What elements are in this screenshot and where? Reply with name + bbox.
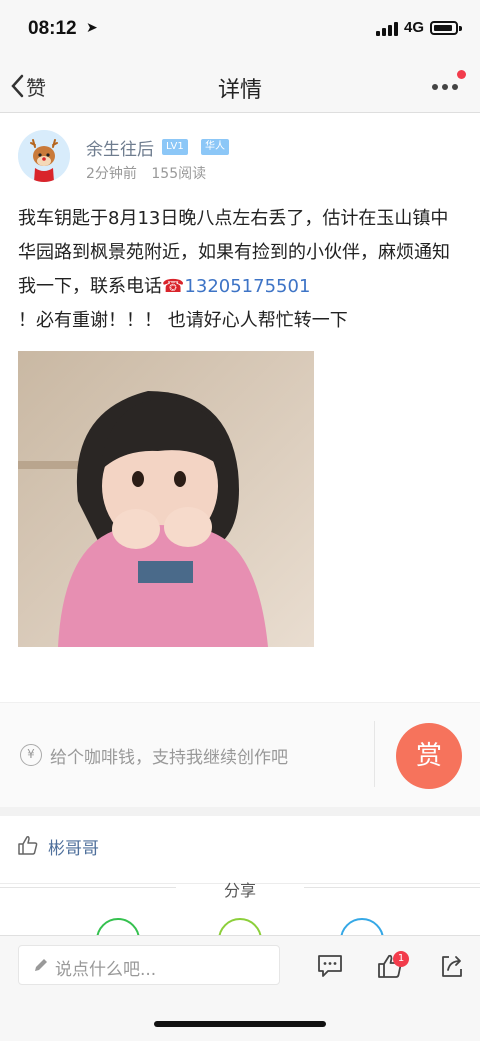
child-photo xyxy=(18,351,314,647)
tag-badge: 华人 xyxy=(201,139,229,155)
thumbs-up-icon xyxy=(18,836,38,855)
pencil-icon xyxy=(35,959,47,971)
notification-dot xyxy=(457,70,466,79)
like-count-badge: 1 xyxy=(393,951,409,967)
status-time: 08:12 xyxy=(28,18,77,39)
phone-link[interactable]: 13205175501 xyxy=(184,276,310,297)
liker-name[interactable]: 彬哥哥 xyxy=(48,834,99,859)
deer-avatar-icon xyxy=(18,130,70,182)
post-image[interactable] xyxy=(18,351,314,647)
post-views: 155阅读 xyxy=(151,166,207,182)
share-icon[interactable] xyxy=(438,952,466,980)
signal-icon xyxy=(376,22,400,36)
comment-placeholder: 说点什么吧... xyxy=(55,960,157,980)
more-options-icon[interactable] xyxy=(430,80,460,94)
post-content: 我车钥匙于8月13日晚八点左右丢了，估计在玉山镇中华园路到枫景苑附近，如果有捡到… xyxy=(18,202,466,338)
share-title: 分享 xyxy=(223,881,256,900)
post-text-end: ！必有重谢！！！ 也请好心人帮忙转一下 xyxy=(18,310,348,331)
post-meta: 2分钟前 155阅读 xyxy=(86,163,216,183)
reward-prompt: 给个咖啡钱，支持我继续创作吧 xyxy=(50,748,288,768)
home-indicator xyxy=(154,1021,326,1027)
yen-icon: ¥ xyxy=(20,744,42,766)
divider-vertical xyxy=(374,721,375,787)
section-gap xyxy=(0,807,480,816)
battery-icon xyxy=(430,21,458,35)
post-time: 2分钟前 xyxy=(86,166,137,182)
location-arrow-icon: ➤ xyxy=(86,20,98,36)
status-bar: 08:12 ➤ 4G xyxy=(0,0,480,60)
comment-icon[interactable] xyxy=(316,952,344,980)
battery-tip xyxy=(459,26,462,31)
author-name[interactable]: 余生往后 xyxy=(86,135,154,160)
network-label: 4G xyxy=(404,19,425,36)
level-badge: LV1 xyxy=(162,139,188,155)
reward-button[interactable]: 赏 xyxy=(396,723,462,789)
avatar[interactable] xyxy=(18,130,70,182)
telephone-icon: ☎ xyxy=(162,276,185,297)
page-title: 详情 xyxy=(217,78,262,103)
nav-bar: 赞 详情 xyxy=(0,60,480,113)
comment-input[interactable]: 说点什么吧... xyxy=(18,945,280,985)
